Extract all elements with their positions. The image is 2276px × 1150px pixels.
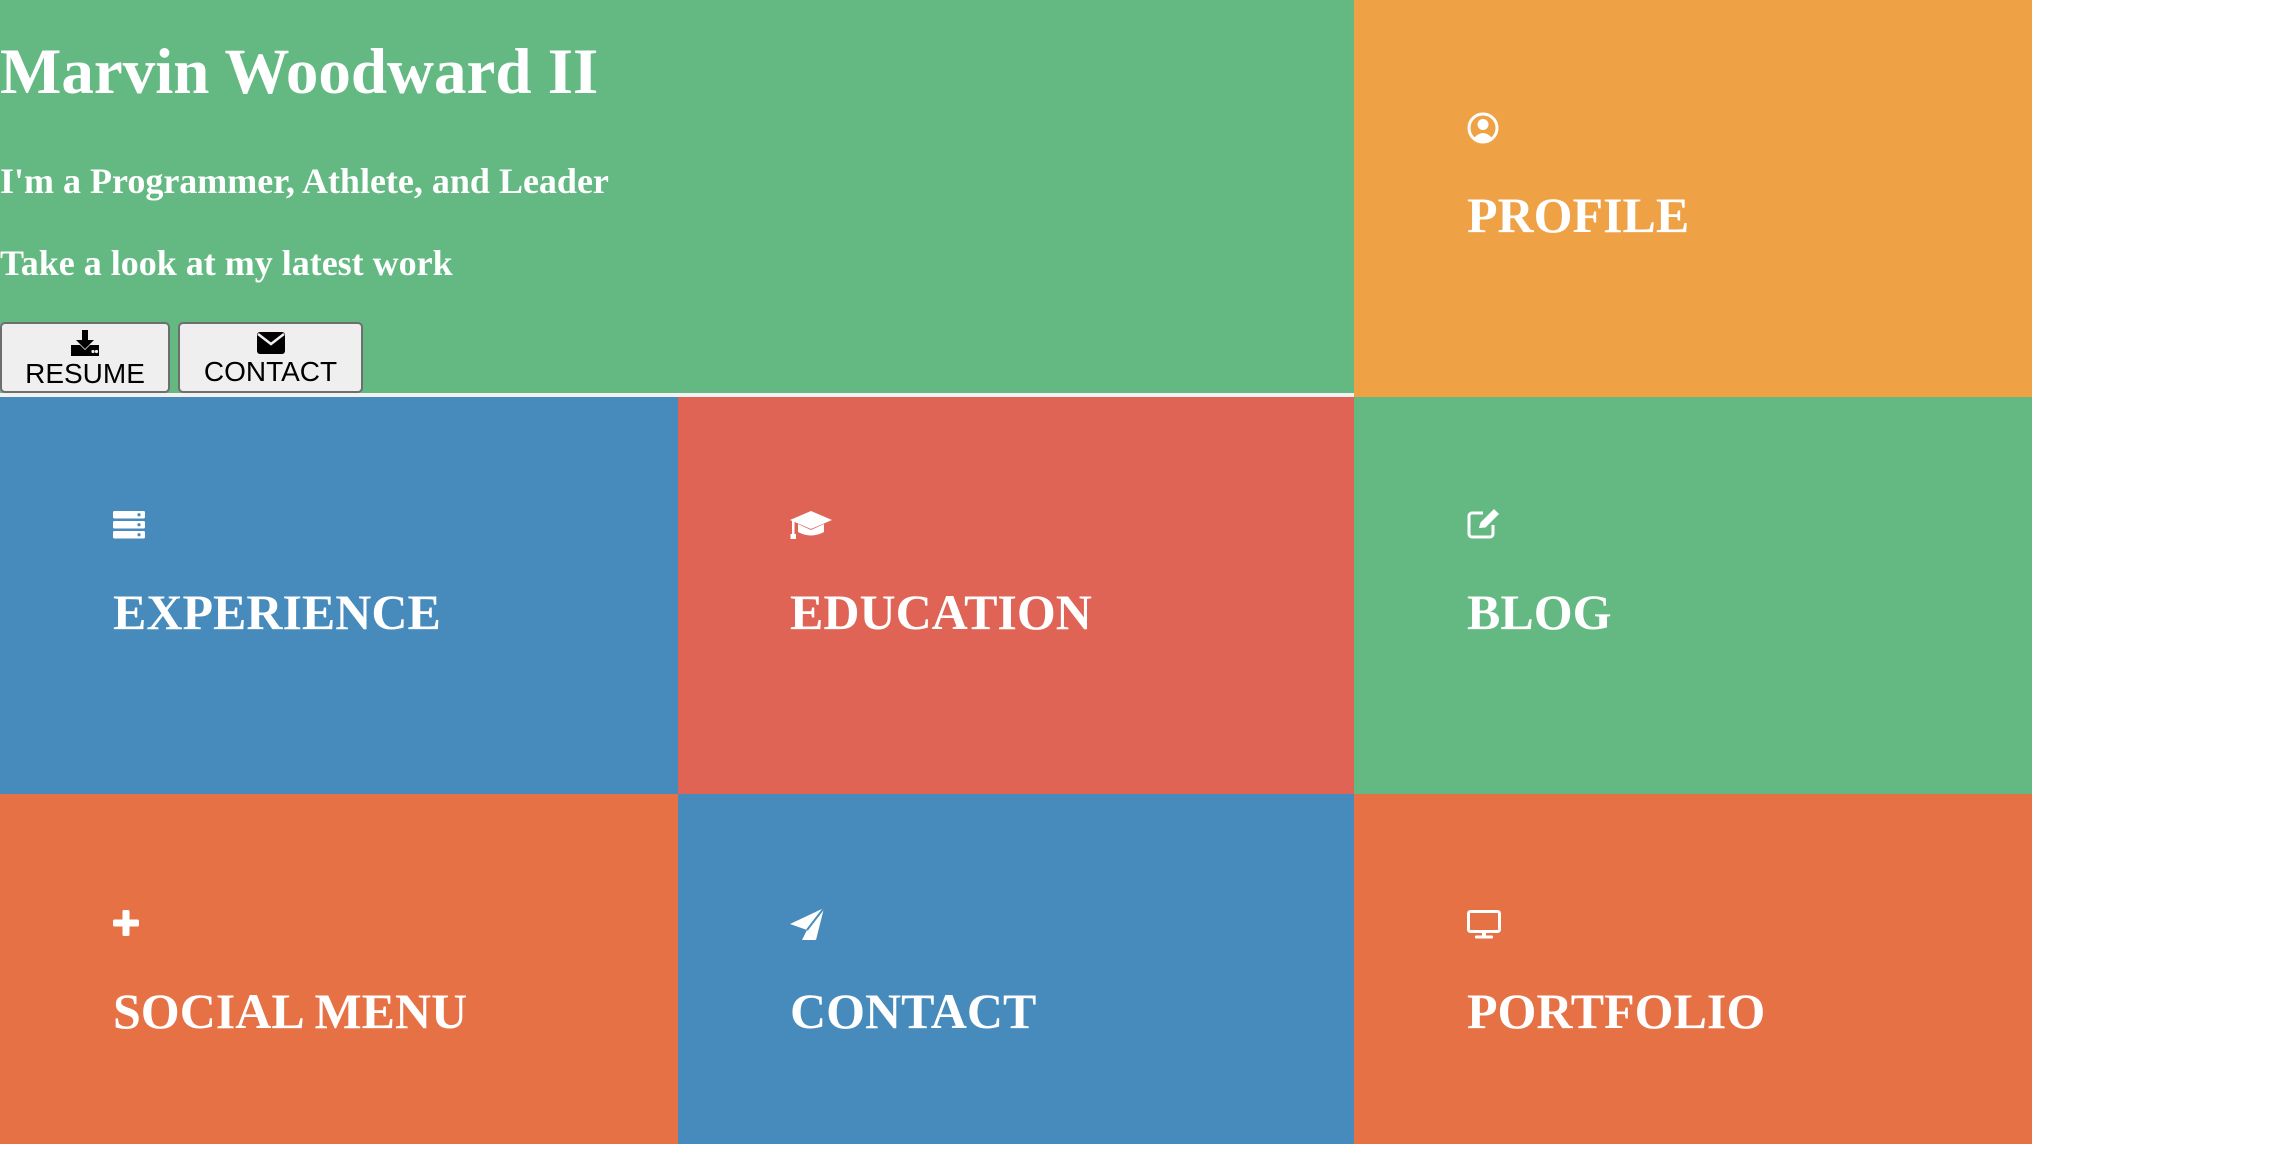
user-circle-icon [1467,112,1499,144]
hero-cta: Take a look at my latest work [0,243,453,283]
page-grid: Marvin Woodward II I'm a Programmer, Ath… [0,0,2032,1144]
resume-button[interactable]: RESUME [0,322,170,393]
envelope-icon [256,332,285,354]
desktop-icon [1467,910,1501,939]
resume-button-label: RESUME [25,358,145,389]
tile-experience-label: EXPERIENCE [113,584,441,640]
tile-contact[interactable]: CONTACT [678,794,1354,1144]
tile-blog[interactable]: BLOG [1354,397,2032,794]
hero-panel: Marvin Woodward II I'm a Programmer, Ath… [0,0,1354,393]
tile-blog-label: BLOG [1467,584,1612,640]
contact-button[interactable]: CONTACT [178,322,363,393]
edit-icon [1467,509,1499,539]
paper-plane-icon [790,908,824,940]
contact-button-label: CONTACT [203,356,338,387]
server-icon [113,511,145,539]
tile-contact-label: CONTACT [790,983,1037,1039]
tile-social-menu[interactable]: SOCIAL MENU [0,794,678,1144]
tile-profile-label: PROFILE [1467,187,1690,243]
tile-profile[interactable]: PROFILE [1354,0,2032,397]
graduation-cap-icon [790,511,832,539]
tile-social-menu-label: SOCIAL MENU [113,983,468,1039]
download-icon [71,330,99,356]
tile-portfolio[interactable]: PORTFOLIO [1354,794,2032,1144]
tile-experience[interactable]: EXPERIENCE [0,397,678,794]
hero-tagline: I'm a Programmer, Athlete, and Leader [0,161,609,201]
tile-education[interactable]: EDUCATION [678,397,1354,794]
hero-name: Marvin Woodward II [0,36,599,108]
plus-icon [113,910,139,936]
tile-portfolio-label: PORTFOLIO [1467,983,1766,1039]
tile-education-label: EDUCATION [790,584,1092,640]
